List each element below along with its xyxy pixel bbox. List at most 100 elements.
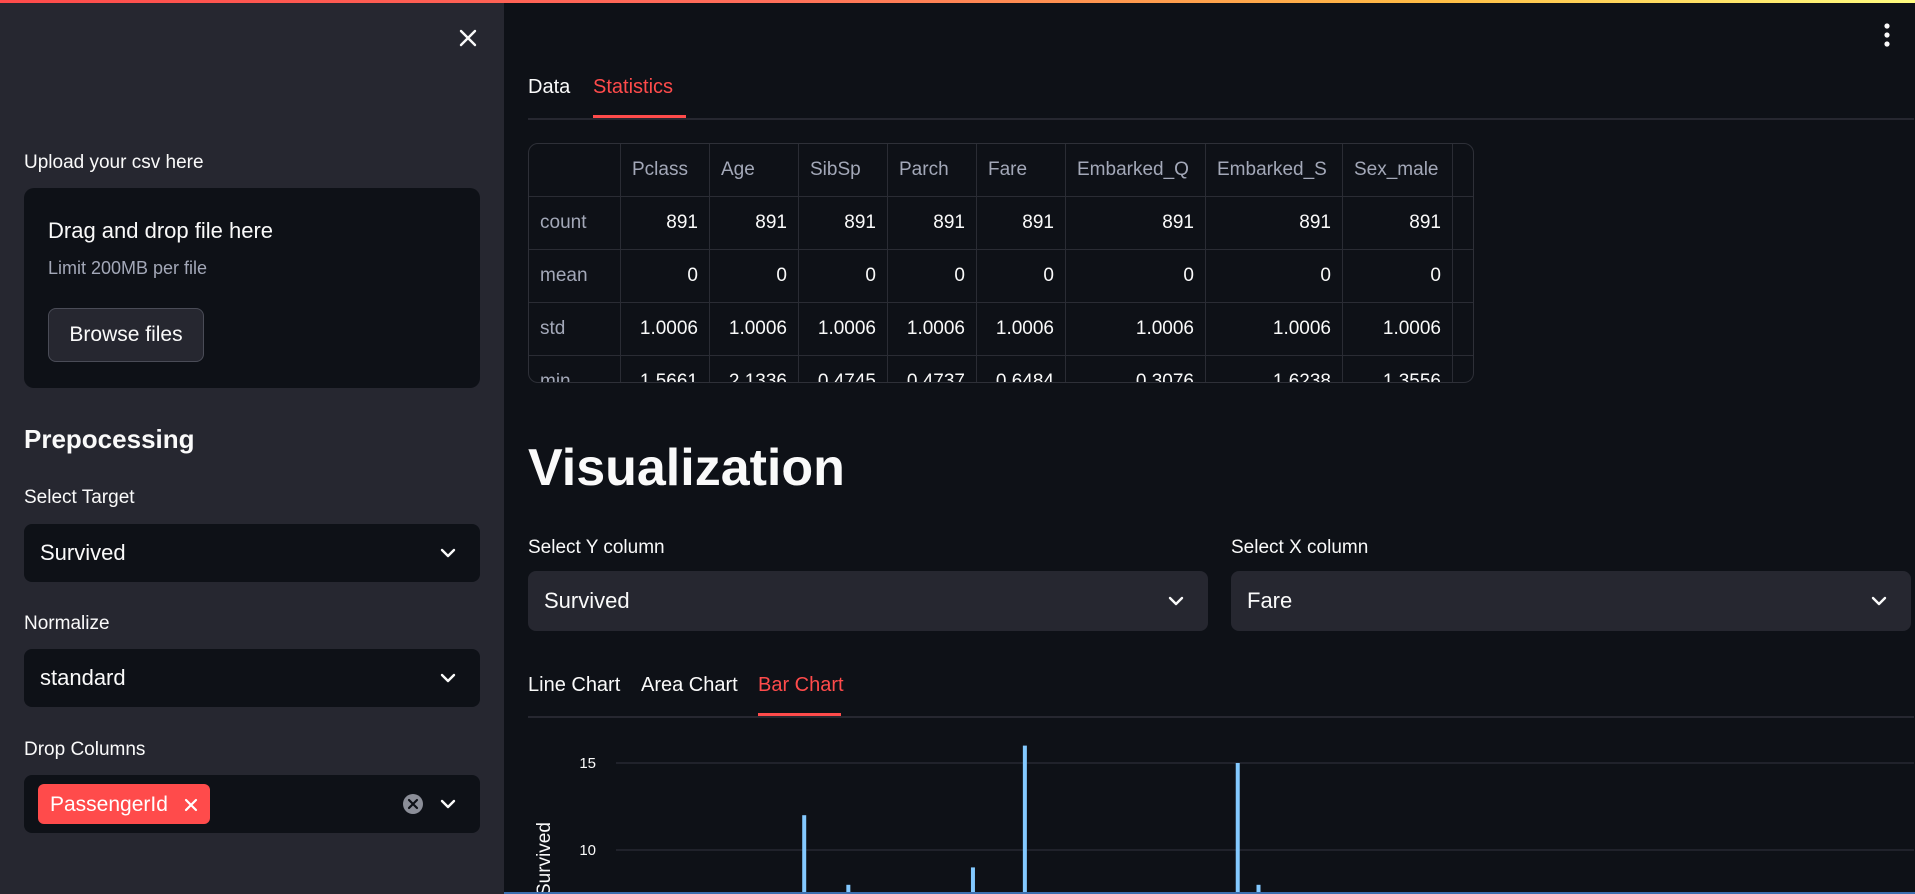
tab-data[interactable]: Data	[528, 76, 570, 99]
row-index: std	[529, 303, 621, 356]
drag-drop-text: Drag and drop file here	[48, 218, 274, 243]
table-cell: 0	[799, 250, 888, 303]
y-tick-label: 15	[579, 755, 596, 772]
y-axis-label: Survived	[534, 822, 555, 894]
visualization-title: Visualization	[528, 439, 845, 497]
close-icon	[459, 29, 477, 47]
table-cell: 1.0006	[710, 303, 799, 356]
column-header: Pclass	[621, 144, 710, 197]
upload-label: Upload your csv here	[24, 152, 204, 173]
table-cell-overflow	[1453, 356, 1473, 382]
column-header: Embarked_S	[1206, 144, 1343, 197]
browse-files-button[interactable]: Browse files	[48, 308, 204, 362]
table-cell: 1.0006	[1066, 303, 1206, 356]
table-cell: 1.0006	[621, 303, 710, 356]
row-index: count	[529, 197, 621, 250]
bar	[1022, 745, 1027, 894]
tag-passengerid: PassengerId	[38, 784, 210, 824]
table-cell: 1.0006	[1206, 303, 1343, 356]
table-cell: 891	[621, 197, 710, 250]
table-cell: 1.6238	[1206, 356, 1343, 382]
table-cell: 891	[1343, 197, 1453, 250]
column-header: Parch	[888, 144, 977, 197]
table-cell: 1.0006	[1343, 303, 1453, 356]
bar	[802, 815, 807, 894]
tab-area-chart[interactable]: Area Chart	[641, 674, 738, 697]
normalize-value: standard	[40, 665, 126, 690]
table-cell: 891	[799, 197, 888, 250]
column-header: SibSp	[799, 144, 888, 197]
chevron-down-icon	[440, 548, 456, 558]
top-decoration-bar	[0, 0, 1915, 3]
table-cell: 1.3556	[1343, 356, 1453, 382]
select-target-value: Survived	[40, 540, 126, 565]
file-uploader-dropzone[interactable]: Drag and drop file here Limit 200MB per …	[24, 188, 480, 388]
select-x-label: Select X column	[1231, 537, 1369, 558]
main-content: Data Statistics Pclass Age SibSp Parch Fare E…	[504, 0, 1915, 894]
table-cell: 0	[1206, 250, 1343, 303]
column-header: Fare	[977, 144, 1066, 197]
bar	[1235, 763, 1240, 894]
table-cell: 1.5661	[621, 356, 710, 382]
table-cell: 0	[977, 250, 1066, 303]
row-index: mean	[529, 250, 621, 303]
close-sidebar-button[interactable]	[454, 24, 482, 52]
tag-label: PassengerId	[50, 793, 168, 816]
table-cell: 0.3076	[1066, 356, 1206, 382]
clear-all-icon[interactable]	[402, 793, 424, 815]
table-cell-overflow	[1453, 144, 1473, 197]
table-cell: 0	[1066, 250, 1206, 303]
table-cell: 891	[1206, 197, 1343, 250]
select-target-label: Select Target	[24, 487, 135, 508]
select-x-value: Fare	[1247, 588, 1293, 613]
table-cell-overflow	[1453, 197, 1473, 250]
select-x-dropdown[interactable]: Fare	[1231, 571, 1911, 631]
table-cell: 1.0006	[977, 303, 1066, 356]
chevron-down-icon[interactable]	[438, 794, 458, 814]
preprocessing-heading: Prepocessing	[24, 424, 195, 454]
column-header	[529, 144, 621, 197]
normalize-label: Normalize	[24, 613, 110, 634]
select-target-dropdown[interactable]: Survived	[24, 524, 480, 582]
chart-tabs: Line Chart Area Chart Bar Chart	[528, 674, 1914, 718]
row-index: min	[529, 356, 621, 382]
chevron-down-icon	[440, 673, 456, 683]
table-cell: 0	[710, 250, 799, 303]
column-header: Sex_male	[1343, 144, 1453, 197]
more-options-icon[interactable]	[1880, 22, 1894, 48]
drop-columns-multiselect[interactable]: PassengerId	[24, 775, 480, 833]
table-cell: 891	[710, 197, 799, 250]
chevron-down-icon	[1871, 596, 1887, 606]
table-cell: 891	[888, 197, 977, 250]
file-limit-text: Limit 200MB per file	[48, 258, 208, 278]
drop-columns-label: Drop Columns	[24, 739, 146, 760]
table-cell: 0.4737	[888, 356, 977, 382]
table-cell: 0	[888, 250, 977, 303]
bar-chart-svg: 10 15 Survived	[534, 745, 1914, 894]
bar-chart[interactable]: 10 15 Survived	[528, 730, 1914, 894]
bar	[970, 867, 975, 894]
table-cell: 891	[977, 197, 1066, 250]
chevron-down-icon	[1168, 596, 1184, 606]
statistics-table[interactable]: Pclass Age SibSp Parch Fare Embarked_Q Embarke…	[528, 143, 1474, 383]
select-y-label: Select Y column	[528, 537, 665, 558]
data-tabs: Data Statistics	[528, 76, 1914, 120]
remove-tag-icon[interactable]	[182, 796, 200, 814]
table-cell: 1.0006	[799, 303, 888, 356]
select-y-value: Survived	[544, 588, 630, 613]
column-header: Embarked_Q	[1066, 144, 1206, 197]
table-cell: 0	[1343, 250, 1453, 303]
tab-bar-chart[interactable]: Bar Chart	[758, 674, 844, 697]
active-tab-indicator	[758, 713, 841, 716]
table-cell: 0.4745	[799, 356, 888, 382]
table-cell: 891	[1066, 197, 1206, 250]
tab-statistics[interactable]: Statistics	[593, 76, 673, 99]
active-tab-indicator	[593, 115, 686, 118]
select-y-dropdown[interactable]: Survived	[528, 571, 1208, 631]
y-tick-label: 10	[579, 842, 596, 859]
normalize-dropdown[interactable]: standard	[24, 649, 480, 707]
tab-line-chart[interactable]: Line Chart	[528, 674, 620, 697]
table-cell-overflow	[1453, 303, 1473, 356]
column-header: Age	[710, 144, 799, 197]
table-cell: 2.1336	[710, 356, 799, 382]
